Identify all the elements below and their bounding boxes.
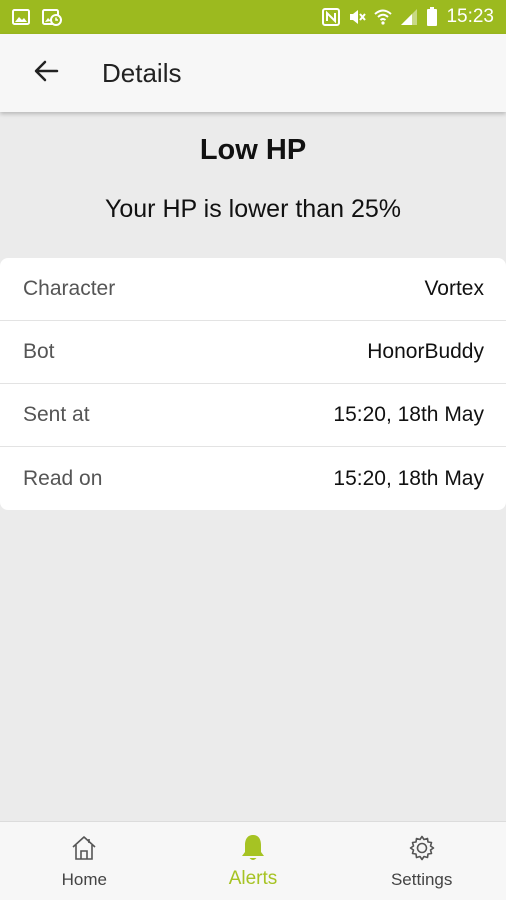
detail-label: Character <box>23 277 116 300</box>
nav-item-home[interactable]: Home <box>0 822 169 900</box>
detail-value: HonorBuddy <box>367 340 484 363</box>
detail-label: Sent at <box>23 403 90 426</box>
nav-item-settings[interactable]: Settings <box>337 822 506 900</box>
detail-value: 15:20, 18th May <box>333 403 484 426</box>
detail-label: Bot <box>23 340 55 363</box>
battery-icon <box>426 7 438 27</box>
detail-value: Vortex <box>424 277 484 300</box>
home-icon <box>70 832 98 864</box>
detail-row-read-on: Read on 15:20, 18th May <box>0 447 506 510</box>
page-title: Details <box>102 57 182 88</box>
image-icon <box>12 8 30 26</box>
status-time: 15:23 <box>446 6 494 27</box>
status-bar-left <box>12 8 62 26</box>
nav-label-alerts: Alerts <box>228 868 278 889</box>
detail-row-character: Character Vortex <box>0 258 506 321</box>
app-bar: Details <box>0 34 506 112</box>
detail-row-sent-at: Sent at 15:20, 18th May <box>0 384 506 447</box>
detail-label: Read on <box>23 466 103 490</box>
nav-label-settings: Settings <box>390 870 453 889</box>
bottom-nav: Home Alerts Settings <box>0 821 506 900</box>
status-bar: 15:23 <box>0 0 506 34</box>
nav-label-home: Home <box>61 870 108 889</box>
detail-value: 15:20, 18th May <box>333 466 484 490</box>
details-card: Character Vortex Bot HonorBuddy Sent at … <box>0 258 506 510</box>
nav-item-alerts[interactable]: Alerts <box>169 822 338 900</box>
detail-row-bot: Bot HonorBuddy <box>0 321 506 384</box>
alert-message: Your HP is lower than 25% <box>104 195 401 223</box>
signal-icon <box>400 8 418 26</box>
gear-icon <box>408 832 436 864</box>
arrow-left-icon <box>33 58 59 89</box>
nfc-icon <box>322 8 341 26</box>
back-button[interactable] <box>16 43 76 103</box>
wifi-icon <box>374 8 393 26</box>
alert-title: Low HP <box>199 134 307 166</box>
bell-icon <box>239 832 267 864</box>
status-bar-right: 15:23 <box>322 6 494 28</box>
image-clock-icon <box>42 8 62 26</box>
mute-icon <box>348 8 367 26</box>
